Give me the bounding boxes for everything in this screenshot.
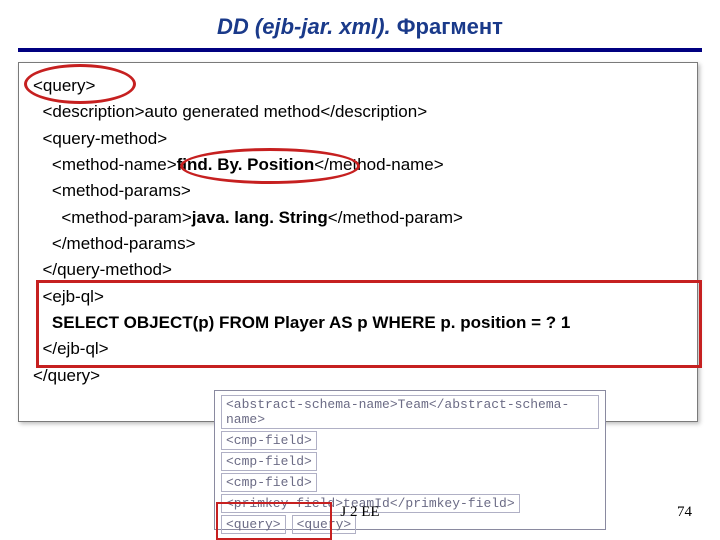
code-line: SELECT OBJECT(p) FROM Player AS p WHERE … [33,310,683,336]
slide-title: DD (ejb-jar. xml). Фрагмент [0,0,720,40]
code-line: <method-params> [33,178,683,204]
footer-label: J 2 EE [0,504,720,521]
code-line: <ejb-ql> [33,284,683,310]
title-main: DD (ejb-jar. xml). [217,14,391,39]
inset-row: <cmp-field> [221,452,317,471]
code-line: </method-params> [33,231,683,257]
code-line: <query> [33,73,683,99]
code-line: </ejb-ql> [33,336,683,362]
code-line: </query> [33,363,683,389]
title-underline [18,48,702,52]
code-line: <query-method> [33,126,683,152]
code-line: <method-param>java. lang. String</method… [33,205,683,231]
code-box: <query> <description>auto generated meth… [18,62,698,422]
code-line: <method-name>find. By. Position</method-… [33,152,683,178]
inset-row: <abstract-schema-name>Team</abstract-sch… [221,395,599,429]
code-line: <description>auto generated method</desc… [33,99,683,125]
code-line: </query-method> [33,257,683,283]
title-fragment: Фрагмент [397,14,503,39]
page-number: 74 [677,504,692,521]
inset-row: <cmp-field> [221,431,317,450]
inset-row: <cmp-field> [221,473,317,492]
